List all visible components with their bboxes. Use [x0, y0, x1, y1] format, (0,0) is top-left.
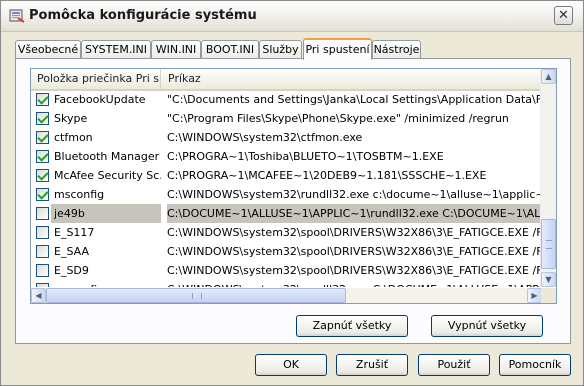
startup-item-name: E_S117	[54, 226, 95, 239]
startup-item-command: C:\PROGRA~1\Toshiba\BLUETO~1\TOSBTM~1.EX…	[167, 150, 444, 163]
tab-win-ini[interactable]: WIN.INI	[151, 40, 201, 58]
close-button[interactable]: ✕	[554, 6, 573, 25]
startup-checkbox[interactable]	[36, 245, 49, 258]
startup-checkbox[interactable]	[36, 131, 49, 144]
list-rows: FacebookUpdate "C:\Documents and Settings…	[31, 90, 541, 287]
arrow-left-icon: ◀	[35, 291, 42, 300]
startup-list[interactable]: Položka priečinka Pri s... Príkaz Facebo…	[30, 68, 557, 304]
startup-item-command: "C:\Documents and Settings\Janka\Local S…	[167, 93, 541, 106]
list-row[interactable]: McAfee Security Sc... C:\PROGRA~1\MCAFEE~…	[31, 166, 541, 185]
scroll-up-button[interactable]: ▲	[541, 69, 556, 84]
scroll-down-button[interactable]: ▼	[541, 272, 556, 287]
list-header: Položka priečinka Pri s... Príkaz	[31, 69, 541, 91]
list-row[interactable]: ctfmon C:\WINDOWS\system32\ctfmon.exe	[31, 128, 541, 147]
system-config-icon	[9, 9, 25, 23]
list-row[interactable]: Skype "C:\Program Files\Skype\Phone\Skype…	[31, 109, 541, 128]
vertical-scrollbar[interactable]: ▲ ▼	[540, 69, 556, 287]
system-config-window: Pomôcka konfigurácie systému ✕ Všeobecné…	[0, 0, 584, 386]
tab-boot-ini[interactable]: BOOT.INI	[201, 40, 259, 58]
list-row[interactable]: Bluetooth Manager C:\PROGRA~1\Toshiba\BLU…	[31, 147, 541, 166]
startup-checkbox[interactable]	[36, 93, 49, 106]
arrow-right-icon: ▶	[531, 291, 538, 300]
startup-checkbox[interactable]	[36, 188, 49, 201]
startup-item-name: msconfig	[54, 188, 105, 201]
vertical-scroll-thumb[interactable]	[541, 219, 556, 269]
tab-general[interactable]: Všeobecné	[15, 40, 81, 58]
list-row[interactable]: FacebookUpdate "C:\Documents and Settings…	[31, 90, 541, 109]
cancel-button[interactable]: Zrušiť	[336, 354, 408, 376]
list-row[interactable]: E_S117 C:\WINDOWS\system32\spool\DRIVERS\…	[31, 223, 541, 242]
apply-button[interactable]: Použiť	[418, 354, 490, 376]
startup-item-command: C:\WINDOWS\system32\spool\DRIVERS\W32X86…	[167, 245, 541, 258]
startup-item-name: E_SAA	[54, 245, 89, 258]
close-icon: ✕	[558, 8, 569, 23]
window-title: Pomôcka konfigurácie systému	[29, 8, 257, 23]
startup-checkbox[interactable]	[36, 150, 49, 163]
arrow-down-icon: ▼	[545, 275, 552, 284]
list-row[interactable]: E_SAA C:\WINDOWS\system32\spool\DRIVERS\W…	[31, 242, 541, 261]
startup-item-command: C:\WINDOWS\system32\spool\DRIVERS\W32X86…	[167, 264, 541, 277]
help-button[interactable]: Pomocník	[499, 354, 571, 376]
tab-startup[interactable]: Pri spustení	[303, 38, 372, 60]
horizontal-scrollbar[interactable]: ◀ ▶	[31, 288, 542, 303]
startup-item-name: je49b	[51, 204, 161, 223]
list-row[interactable]: E_SD9 C:\WINDOWS\system32\spool\DRIVERS\W…	[31, 261, 541, 280]
startup-item-command: C:\DOCUME~1\ALLUSE~1\APPLIC~1\rundll32.e…	[167, 204, 541, 223]
ok-button[interactable]: OK	[255, 354, 327, 376]
startup-item-name: Bluetooth Manager	[54, 150, 160, 163]
startup-item-name: McAfee Security Sc...	[54, 169, 161, 182]
scrollbar-corner	[541, 288, 556, 303]
scroll-right-button[interactable]: ▶	[527, 288, 542, 303]
startup-checkbox[interactable]	[36, 207, 49, 220]
startup-item-command: C:\PROGRA~1\MCAFEE~1\20DEB9~1.181\SSSCHE…	[167, 169, 487, 182]
startup-checkbox[interactable]	[36, 283, 49, 287]
startup-item-command: "C:\Program Files\Skype\Phone\Skype.exe"…	[167, 112, 509, 125]
arrow-up-icon: ▲	[545, 72, 552, 81]
disable-all-button[interactable]: Vypnúť všetky	[431, 315, 543, 337]
column-header-command[interactable]: Príkaz	[162, 69, 542, 89]
startup-item-command: C:\WINDOWS\system32\rundll32.exe c:\docu…	[167, 188, 541, 201]
startup-item-name: Skype	[54, 112, 88, 125]
scroll-left-button[interactable]: ◀	[31, 288, 46, 303]
enable-all-button[interactable]: Zapnúť všetky	[296, 315, 408, 337]
startup-item-name: msconfig	[51, 280, 161, 287]
startup-checkbox[interactable]	[36, 264, 49, 277]
startup-item-command: C:\WINDOWS\system32\spool\DRIVERS\W32X86…	[167, 226, 541, 239]
startup-checkbox[interactable]	[36, 169, 49, 182]
title-bar[interactable]: Pomôcka konfigurácie systému ✕	[1, 1, 583, 32]
startup-checkbox[interactable]	[36, 226, 49, 239]
tab-services[interactable]: Služby	[259, 40, 302, 58]
tab-tools[interactable]: Nástroje	[372, 40, 421, 58]
tab-system-ini[interactable]: SYSTEM.INI	[81, 40, 151, 58]
startup-item-name: ctfmon	[54, 131, 93, 144]
list-row[interactable]: msconfig C:\WINDOWS\system32\rundll32.exe…	[31, 280, 541, 287]
startup-item-name: E_SD9	[54, 264, 89, 277]
startup-checkbox[interactable]	[36, 112, 49, 125]
list-row[interactable]: je49b C:\DOCUME~1\ALLUSE~1\APPLIC~1\rundl…	[31, 204, 541, 223]
column-header-item[interactable]: Položka priečinka Pri s...	[31, 69, 161, 89]
startup-item-command: C:\WINDOWS\system32\rundll32.exe C:\DOCU…	[167, 280, 541, 287]
startup-item-name: FacebookUpdate	[54, 93, 146, 106]
startup-item-command: C:\WINDOWS\system32\ctfmon.exe	[167, 131, 363, 144]
horizontal-scroll-thumb[interactable]	[46, 288, 346, 303]
list-row[interactable]: msconfig C:\WINDOWS\system32\rundll32.exe…	[31, 185, 541, 204]
